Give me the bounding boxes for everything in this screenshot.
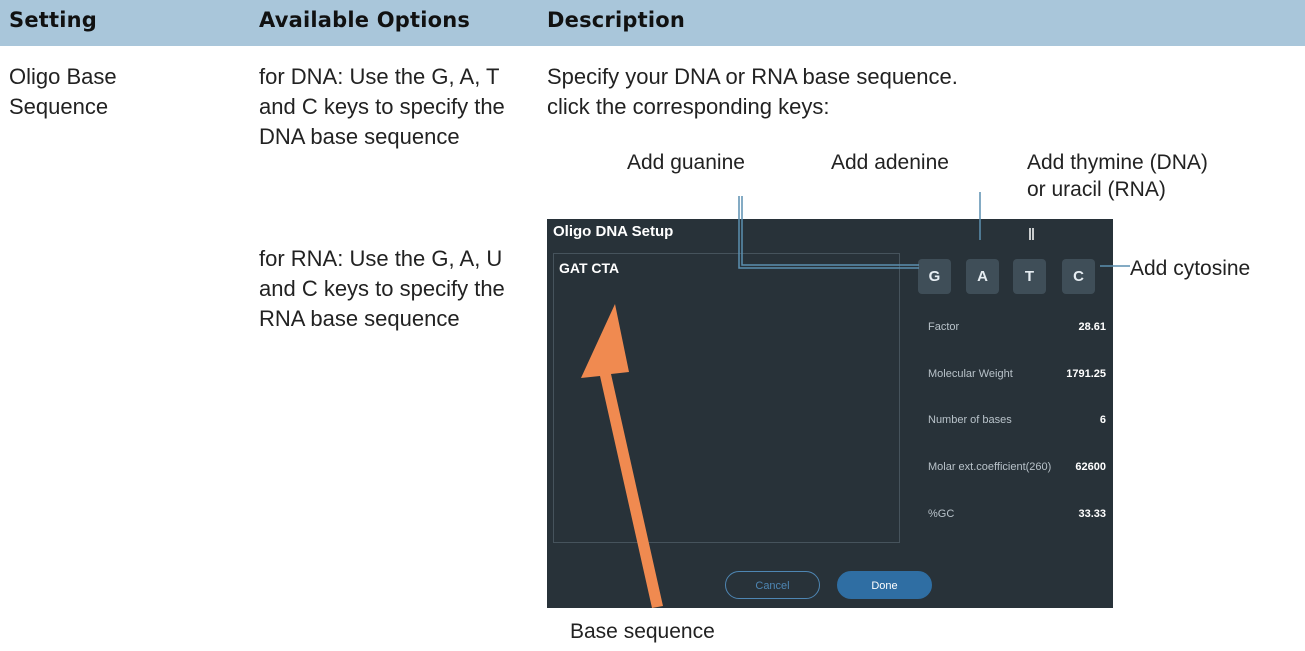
info-label-factor: Factor bbox=[928, 321, 960, 333]
table-header: Setting Available Options Description bbox=[0, 0, 1305, 46]
callout-add-adenine: Add adenine bbox=[831, 151, 949, 174]
info-label-molecular-weight: Molecular Weight bbox=[928, 368, 1013, 380]
setting-name: Oligo Base Sequence bbox=[9, 64, 117, 119]
info-label-gc: %GC bbox=[928, 508, 955, 520]
screen-title: Oligo DNA Setup bbox=[553, 223, 674, 240]
header-setting: Setting bbox=[9, 8, 98, 32]
info-value-molar-ext-coefficient: 62600 bbox=[1075, 461, 1106, 473]
info-value-gc: 33.33 bbox=[1078, 508, 1106, 520]
info-label-number-of-bases: Number of bases bbox=[928, 414, 1012, 426]
key-a-button[interactable]: A bbox=[966, 259, 999, 294]
description-line-2: click the corresponding keys: bbox=[547, 94, 830, 119]
sequence-field[interactable]: GAT CTA bbox=[553, 253, 900, 543]
cancel-button[interactable]: Cancel bbox=[725, 571, 820, 599]
key-c-button[interactable]: C bbox=[1062, 259, 1095, 294]
sequence-text: GAT CTA bbox=[559, 260, 620, 276]
header-description: Description bbox=[547, 8, 686, 32]
info-value-molecular-weight: 1791.25 bbox=[1066, 368, 1106, 380]
oligo-dna-setup-screen: Oligo DNA Setup GAT CTA G A T C Factor 2… bbox=[547, 219, 1113, 608]
key-t-button[interactable]: T bbox=[1013, 259, 1046, 294]
options-rna: for RNA: Use the G, A, U and C keys to s… bbox=[259, 246, 505, 331]
info-label-molar-ext-coefficient: Molar ext.coefficient(260) bbox=[928, 461, 1052, 473]
key-g-button[interactable]: G bbox=[918, 259, 951, 294]
info-value-number-of-bases: 6 bbox=[1099, 414, 1106, 426]
options-dna: for DNA: Use the G, A, T and C keys to s… bbox=[259, 64, 505, 149]
callout-add-guanine: Add guanine bbox=[627, 151, 745, 174]
callout-add-cytosine: Add cytosine bbox=[1130, 257, 1251, 280]
done-button[interactable]: Done bbox=[837, 571, 932, 599]
description-line-1: Specify your DNA or RNA base sequence. bbox=[547, 64, 958, 89]
callout-or-uracil: or uracil (RNA) bbox=[1027, 178, 1166, 201]
callout-base-sequence: Base sequence bbox=[570, 620, 715, 643]
callout-add-thymine: Add thymine (DNA) bbox=[1027, 151, 1208, 174]
info-value-factor: 28.61 bbox=[1078, 321, 1106, 333]
header-available-options: Available Options bbox=[259, 8, 471, 32]
